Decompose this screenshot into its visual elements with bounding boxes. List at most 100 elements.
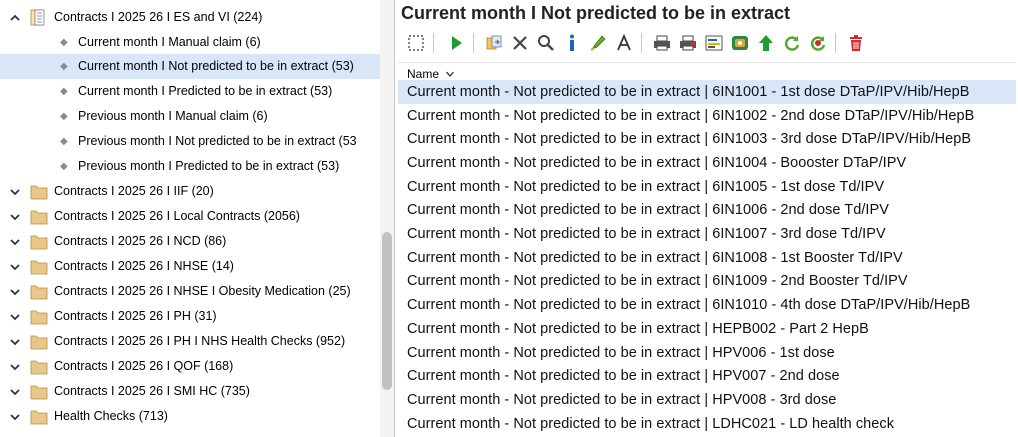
list-item[interactable]: Current month - Not predicted to be in e… <box>398 341 1016 365</box>
tree-node-label: Contracts I 2025 26 I IIF (20) <box>54 184 214 198</box>
tree-node[interactable]: Contracts I 2025 26 I Local Contracts (2… <box>0 204 380 229</box>
run-icon[interactable] <box>444 31 468 55</box>
chevron-down-icon[interactable] <box>8 310 22 324</box>
list-item[interactable]: Current month - Not predicted to be in e… <box>398 246 1016 270</box>
list-item[interactable]: Current month - Not predicted to be in e… <box>398 104 1016 128</box>
tree-node[interactable]: Contracts I 2025 26 I NCD (86) <box>0 229 380 254</box>
tree-node[interactable]: Contracts I 2025 26 I NHSE (14) <box>0 254 380 279</box>
list-item[interactable]: Current month - Not predicted to be in e… <box>398 317 1016 341</box>
tree-node-label: Contracts I 2025 26 I SMI HC (735) <box>54 384 250 398</box>
list-item-label: Current month - Not predicted to be in e… <box>407 297 971 314</box>
folder-icon <box>30 208 48 225</box>
tree-child-previous-not-predicted[interactable]: ◆ Previous month I Not predicted to be i… <box>0 129 380 154</box>
column-name-header[interactable]: Name <box>407 67 455 81</box>
tree-child-current-not-predicted[interactable]: ◆ Current month I Not predicted to be in… <box>0 54 380 79</box>
tree-node[interactable]: Contracts I 2025 26 I PH I NHS Health Ch… <box>0 329 380 354</box>
list-item[interactable]: Current month - Not predicted to be in e… <box>398 364 1016 388</box>
bullet-icon: ◆ <box>60 86 68 97</box>
folder-icon <box>30 258 48 275</box>
list-item[interactable]: Current month - Not predicted to be in e… <box>398 388 1016 412</box>
tree-child-previous-predicted[interactable]: ◆ Previous month I Predicted to be in ex… <box>0 154 380 179</box>
folder-icon <box>30 333 48 350</box>
tree-child-label: Current month I Not predicted to be in e… <box>78 59 354 73</box>
list-item-label: Current month - Not predicted to be in e… <box>407 83 970 100</box>
list-item[interactable]: Current month - Not predicted to be in e… <box>398 80 1016 104</box>
chevron-up-icon[interactable] <box>8 11 22 25</box>
tree-node-label: Contracts I 2025 26 I NHSE I Obesity Med… <box>54 284 351 298</box>
list-item[interactable]: Current month - Not predicted to be in e… <box>398 151 1016 175</box>
export-icon[interactable] <box>728 31 752 55</box>
chevron-down-icon[interactable] <box>8 210 22 224</box>
tree-node-es-vi[interactable]: Contracts I 2025 26 I ES and VI (224) <box>0 5 380 30</box>
tree-child-label: Previous month I Manual claim (6) <box>78 109 268 123</box>
content-panel: Current month I Not predicted to be in e… <box>396 0 1018 437</box>
list-item[interactable]: Current month - Not predicted to be in e… <box>398 270 1016 294</box>
tree-node[interactable]: Contracts I 2025 26 I IIF (20) <box>0 179 380 204</box>
column-name-label: Name <box>407 67 440 81</box>
chevron-down-icon[interactable] <box>8 235 22 249</box>
list-item-label: Current month - Not predicted to be in e… <box>407 226 886 243</box>
bullet-icon: ◆ <box>60 111 68 122</box>
list-item-label: Current month - Not predicted to be in e… <box>407 415 894 432</box>
list-item[interactable]: Current month - Not predicted to be in e… <box>398 127 1016 151</box>
tree-child-label: Previous month I Predicted to be in extr… <box>78 159 340 173</box>
bullet-icon: ◆ <box>60 61 68 72</box>
tree-node[interactable]: Contracts I 2025 26 I SMI HC (735) <box>0 379 380 404</box>
report-icon[interactable] <box>702 31 726 55</box>
toolbar-separator <box>433 33 434 53</box>
chevron-down-icon[interactable] <box>8 185 22 199</box>
chevron-down-icon[interactable] <box>8 410 22 424</box>
list-item[interactable]: Current month - Not predicted to be in e… <box>398 412 1016 436</box>
tree-scrollbar-thumb[interactable] <box>382 232 392 390</box>
list-item-label: Current month - Not predicted to be in e… <box>407 154 907 171</box>
chevron-down-icon[interactable] <box>8 360 22 374</box>
tree-child-current-manual[interactable]: ◆ Current month I Manual claim (6) <box>0 30 380 55</box>
print-report-icon[interactable] <box>676 31 700 55</box>
bullet-icon: ◆ <box>60 37 68 48</box>
print-icon[interactable] <box>650 31 674 55</box>
copy-icon[interactable] <box>482 31 506 55</box>
bullet-icon: ◆ <box>60 136 68 147</box>
list-item-label: Current month - Not predicted to be in e… <box>407 131 972 148</box>
folder-icon <box>30 358 48 375</box>
folder-icon <box>30 283 48 300</box>
tree-node[interactable]: Contracts I 2025 26 I PH (31) <box>0 304 380 329</box>
tree-child-previous-manual[interactable]: ◆ Previous month I Manual claim (6) <box>0 104 380 129</box>
refresh-icon[interactable] <box>780 31 804 55</box>
chevron-down-icon[interactable] <box>8 260 22 274</box>
tree-child-current-predicted[interactable]: ◆ Current month I Predicted to be in ext… <box>0 79 380 104</box>
chevron-down-icon[interactable] <box>8 335 22 349</box>
move-up-icon[interactable] <box>754 31 778 55</box>
tree-node[interactable]: Health Checks (713) <box>0 404 380 429</box>
list-item-label: Current month - Not predicted to be in e… <box>407 344 835 361</box>
list-item-label: Current month - Not predicted to be in e… <box>407 107 975 124</box>
delete-icon[interactable] <box>508 31 532 55</box>
toolbar-separator <box>473 33 474 53</box>
folder-icon <box>30 308 48 325</box>
folder-icon <box>30 383 48 400</box>
refresh-red-icon[interactable] <box>806 31 830 55</box>
bullet-icon: ◆ <box>60 161 68 172</box>
trash-icon[interactable] <box>844 31 868 55</box>
folder-icon <box>30 233 48 250</box>
tree-child-label: Previous month I Not predicted to be in … <box>78 134 357 148</box>
list-item-label: Current month - Not predicted to be in e… <box>407 391 837 408</box>
tree-panel: Contracts I 2025 26 I ES and VI (224) ◆ … <box>0 0 395 437</box>
font-icon[interactable] <box>612 31 636 55</box>
tree-node[interactable]: Contracts I 2025 26 I NHSE I Obesity Med… <box>0 279 380 304</box>
highlight-icon[interactable] <box>586 31 610 55</box>
tree-node[interactable]: Contracts I 2025 26 I QOF (168) <box>0 354 380 379</box>
list-item-label: Current month - Not predicted to be in e… <box>407 273 908 290</box>
tree-node-label: Health Checks (713) <box>54 409 168 423</box>
list-item[interactable]: Current month - Not predicted to be in e… <box>398 293 1016 317</box>
chevron-down-icon[interactable] <box>8 285 22 299</box>
list-item[interactable]: Current month - Not predicted to be in e… <box>398 175 1016 199</box>
select-icon[interactable] <box>404 31 428 55</box>
search-icon[interactable] <box>534 31 558 55</box>
tree-node-label: Contracts I 2025 26 I QOF (168) <box>54 359 234 373</box>
info-icon[interactable] <box>560 31 584 55</box>
chevron-down-icon <box>446 71 455 77</box>
chevron-down-icon[interactable] <box>8 385 22 399</box>
list-item[interactable]: Current month - Not predicted to be in e… <box>398 222 1016 246</box>
list-item[interactable]: Current month - Not predicted to be in e… <box>398 199 1016 223</box>
